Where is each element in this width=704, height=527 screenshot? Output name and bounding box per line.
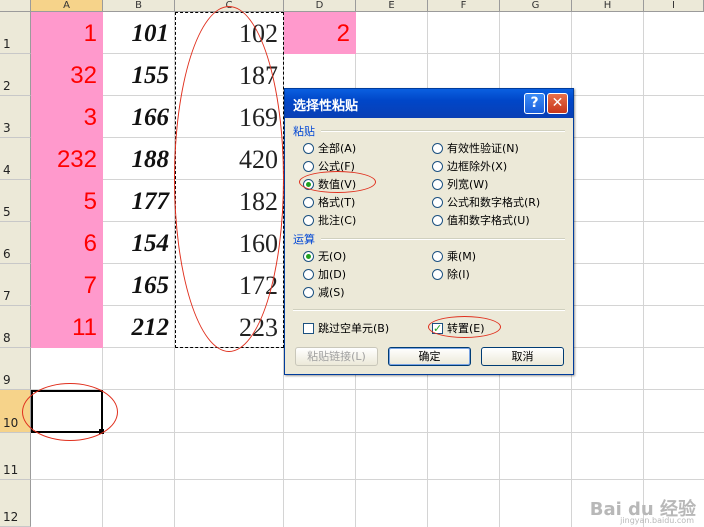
col-header-b[interactable]: B [103,0,175,12]
close-button[interactable]: ✕ [547,93,568,114]
radio-paste-col-widths[interactable]: 列宽(W) [432,176,488,192]
annotation-ellipse-values [299,171,376,193]
col-header-i[interactable]: I [644,0,704,12]
cell-b4[interactable]: 188 [103,146,175,174]
col-header-d[interactable]: D [284,0,356,12]
radio-op-subtract[interactable]: 减(S) [303,284,345,300]
cell-a3[interactable]: 3 [31,104,103,132]
radio-icon [432,196,443,208]
grid-hline [31,389,704,390]
annotation-ellipse-transpose [428,316,501,338]
radio-icon [303,160,314,172]
annotation-ellipse-col-c [174,6,284,352]
row-header-1[interactable]: 1 [0,12,31,54]
watermark-url: jingyan.baidu.com [620,516,694,525]
radio-paste-formats[interactable]: 格式(T) [303,194,355,210]
select-all-corner[interactable] [0,0,31,12]
grid-vline [643,12,644,527]
cell-a6[interactable]: 6 [31,230,103,258]
paste-group-label: 粘贴 [293,125,315,138]
radio-op-multiply[interactable]: 乘(M) [432,248,476,264]
cell-b5[interactable]: 177 [103,188,175,216]
radio-op-none[interactable]: 无(O) [303,248,346,264]
row-header-2[interactable]: 2 [0,54,31,96]
cell-a2[interactable]: 32 [31,62,103,90]
cell-a7[interactable]: 7 [31,272,103,300]
cell-b2[interactable]: 155 [103,62,175,90]
radio-icon [432,268,443,280]
radio-icon [303,268,314,280]
paste-group-divider [321,130,565,132]
cell-b1[interactable]: 101 [103,20,175,48]
radio-icon [303,196,314,208]
radio-op-add[interactable]: 加(D) [303,266,346,282]
radio-icon [303,214,314,226]
cell-b3[interactable]: 166 [103,104,175,132]
row-header-9[interactable]: 9 [0,348,31,390]
dialog-titlebar[interactable]: 选择性粘贴 ? ✕ [285,89,573,118]
row-header-5[interactable]: 5 [0,180,31,222]
paste-special-dialog: 选择性粘贴 ? ✕ 粘贴 全部(A) 公式(F) 数值(V) 格式(T) 批注(… [284,88,574,375]
grid-hline [31,432,704,433]
grid-hline [31,479,704,480]
col-header-h[interactable]: H [572,0,644,12]
radio-icon [303,142,314,154]
radio-icon [432,250,443,262]
row-header-7[interactable]: 7 [0,264,31,306]
grid-hline [31,53,704,54]
help-button[interactable]: ? [524,93,545,114]
cell-a5[interactable]: 5 [31,188,103,216]
cell-a8[interactable]: 11 [31,314,103,342]
radio-paste-formulas-numfmt[interactable]: 公式和数字格式(R) [432,194,540,210]
dialog-title: 选择性粘贴 [293,99,359,114]
radio-icon [432,142,443,154]
radio-paste-all[interactable]: 全部(A) [303,140,356,156]
radio-paste-no-borders[interactable]: 边框除外(X) [432,158,507,174]
radio-op-divide[interactable]: 除(I) [432,266,470,282]
checkbox-skip-blanks[interactable]: 跳过空单元(B) [303,320,389,336]
operation-group-label: 运算 [293,233,315,246]
cell-a1[interactable]: 1 [31,20,103,48]
cell-b8[interactable]: 212 [103,314,175,342]
col-header-a[interactable]: A [31,0,103,12]
ok-button[interactable]: 确定 [388,347,471,366]
radio-icon [432,214,443,226]
radio-paste-values-numfmt[interactable]: 值和数字格式(U) [432,212,530,228]
radio-icon [432,160,443,172]
cell-b7[interactable]: 165 [103,272,175,300]
row-header-12[interactable]: 12 [0,480,31,527]
radio-paste-validation[interactable]: 有效性验证(N) [432,140,519,156]
cancel-button[interactable]: 取消 [481,347,564,366]
radio-icon [303,286,314,298]
options-divider [293,309,565,311]
row-header-11[interactable]: 11 [0,433,31,480]
radio-paste-comments[interactable]: 批注(C) [303,212,356,228]
radio-selected-icon [303,250,314,262]
cell-a4[interactable]: 232 [31,146,103,174]
checkbox-icon [303,322,314,334]
row-header-4[interactable]: 4 [0,138,31,180]
col-header-g[interactable]: G [500,0,572,12]
operation-group-divider [321,238,565,240]
radio-icon [432,178,443,190]
cell-d1[interactable]: 2 [284,20,356,48]
annotation-ellipse-a10 [22,383,118,441]
col-header-f[interactable]: F [428,0,500,12]
cell-b6[interactable]: 154 [103,230,175,258]
col-header-e[interactable]: E [356,0,428,12]
paste-link-button[interactable]: 粘贴链接(L) [295,347,378,366]
row-header-3[interactable]: 3 [0,96,31,138]
row-header-8[interactable]: 8 [0,306,31,348]
row-header-6[interactable]: 6 [0,222,31,264]
